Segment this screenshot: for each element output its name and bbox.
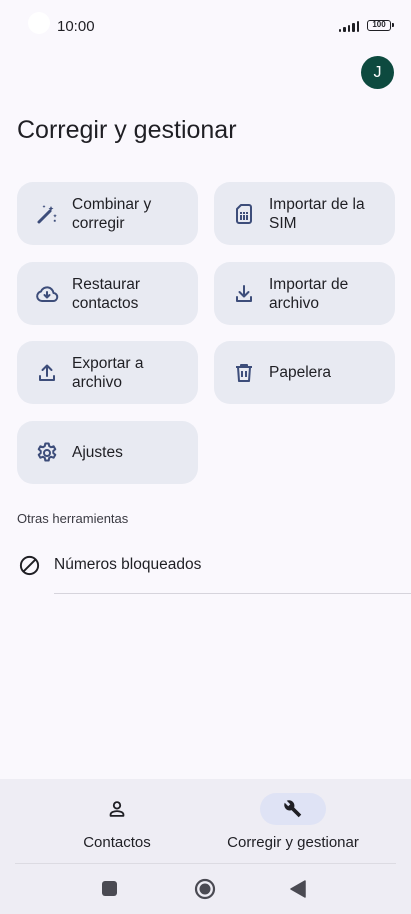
merge-fix-label-line1: Combinar y [72, 195, 152, 213]
page-title: Corregir y gestionar [17, 116, 237, 144]
nav-contacts-indicator [84, 793, 150, 825]
import-file-button[interactable]: Importar de archivo [214, 262, 395, 325]
restore-contacts-label: Restaurar contactos [72, 275, 140, 313]
settings-label-line1: Ajustes [72, 444, 123, 461]
settings-button[interactable]: Ajustes [17, 421, 198, 484]
blocked-numbers-item[interactable]: Números bloqueados [0, 540, 411, 592]
sim-card-icon [236, 203, 252, 224]
restore-contacts-button[interactable]: Restaurar contactos [17, 262, 198, 325]
status-bar: 10:00 100 [0, 0, 411, 52]
merge-fix-label-line2: corregir [72, 214, 125, 232]
restore-contacts-label-line2: contactos [72, 294, 139, 312]
export-file-button[interactable]: Exportar a archivo [17, 341, 198, 404]
merge-fix-label: Combinar y corregir [72, 195, 151, 233]
signal-icon [338, 21, 359, 32]
trash-button[interactable]: Papelera [214, 341, 395, 404]
import-sim-label: Importar de la SIM [269, 195, 365, 233]
nav-fix-manage-label: Corregir y gestionar [227, 834, 359, 851]
import-file-label-line2: archivo [269, 294, 319, 312]
nav-contacts-label: Contactos [83, 834, 151, 851]
person-icon [109, 801, 125, 817]
nav-fix-manage-indicator [260, 793, 326, 825]
home-icon[interactable] [193, 877, 217, 901]
screen: 10:00 100 J Corregir y gestionar Combina… [0, 0, 411, 914]
import-sim-label-line1: Importar de la [269, 195, 365, 213]
restore-contacts-label-line1: Restaurar [72, 275, 141, 293]
nav-tab-fix-manage[interactable]: Corregir y gestionar [213, 779, 373, 863]
account-avatar[interactable]: J [361, 56, 394, 89]
cloud-download-icon [36, 285, 59, 302]
nav-tab-contacts[interactable]: Contactos [50, 779, 184, 863]
wrench-icon [284, 800, 302, 818]
blocked-numbers-label: Números bloqueados [54, 556, 202, 573]
trash-icon [236, 363, 252, 382]
other-tools-heading: Otras herramientas [17, 511, 129, 526]
export-file-label: Exportar a archivo [72, 354, 144, 392]
system-nav-divider [15, 863, 396, 864]
import-file-label: Importar de archivo [269, 275, 348, 313]
import-sim-button[interactable]: Importar de la SIM [214, 182, 395, 245]
block-icon [19, 555, 40, 576]
back-icon[interactable] [289, 879, 307, 899]
status-time: 10:00 [57, 18, 95, 35]
list-divider [54, 593, 411, 594]
settings-label: Ajustes [72, 443, 123, 462]
magic-wand-icon [37, 204, 57, 223]
trash-label: Papelera [269, 363, 331, 382]
gear-icon [37, 442, 57, 461]
download-icon [236, 284, 252, 302]
upload-icon [39, 364, 55, 381]
export-file-label-line1: Exportar a [72, 354, 144, 372]
trash-label-line1: Papelera [269, 364, 332, 381]
camera-cutout [28, 12, 50, 34]
merge-fix-button[interactable]: Combinar y corregir [17, 182, 198, 245]
export-file-label-line2: archivo [72, 373, 122, 391]
import-sim-label-line2: SIM [269, 214, 297, 232]
battery-icon: 100 [367, 20, 394, 31]
recent-apps-icon[interactable] [102, 881, 117, 896]
import-file-label-line1: Importar de [269, 275, 349, 293]
